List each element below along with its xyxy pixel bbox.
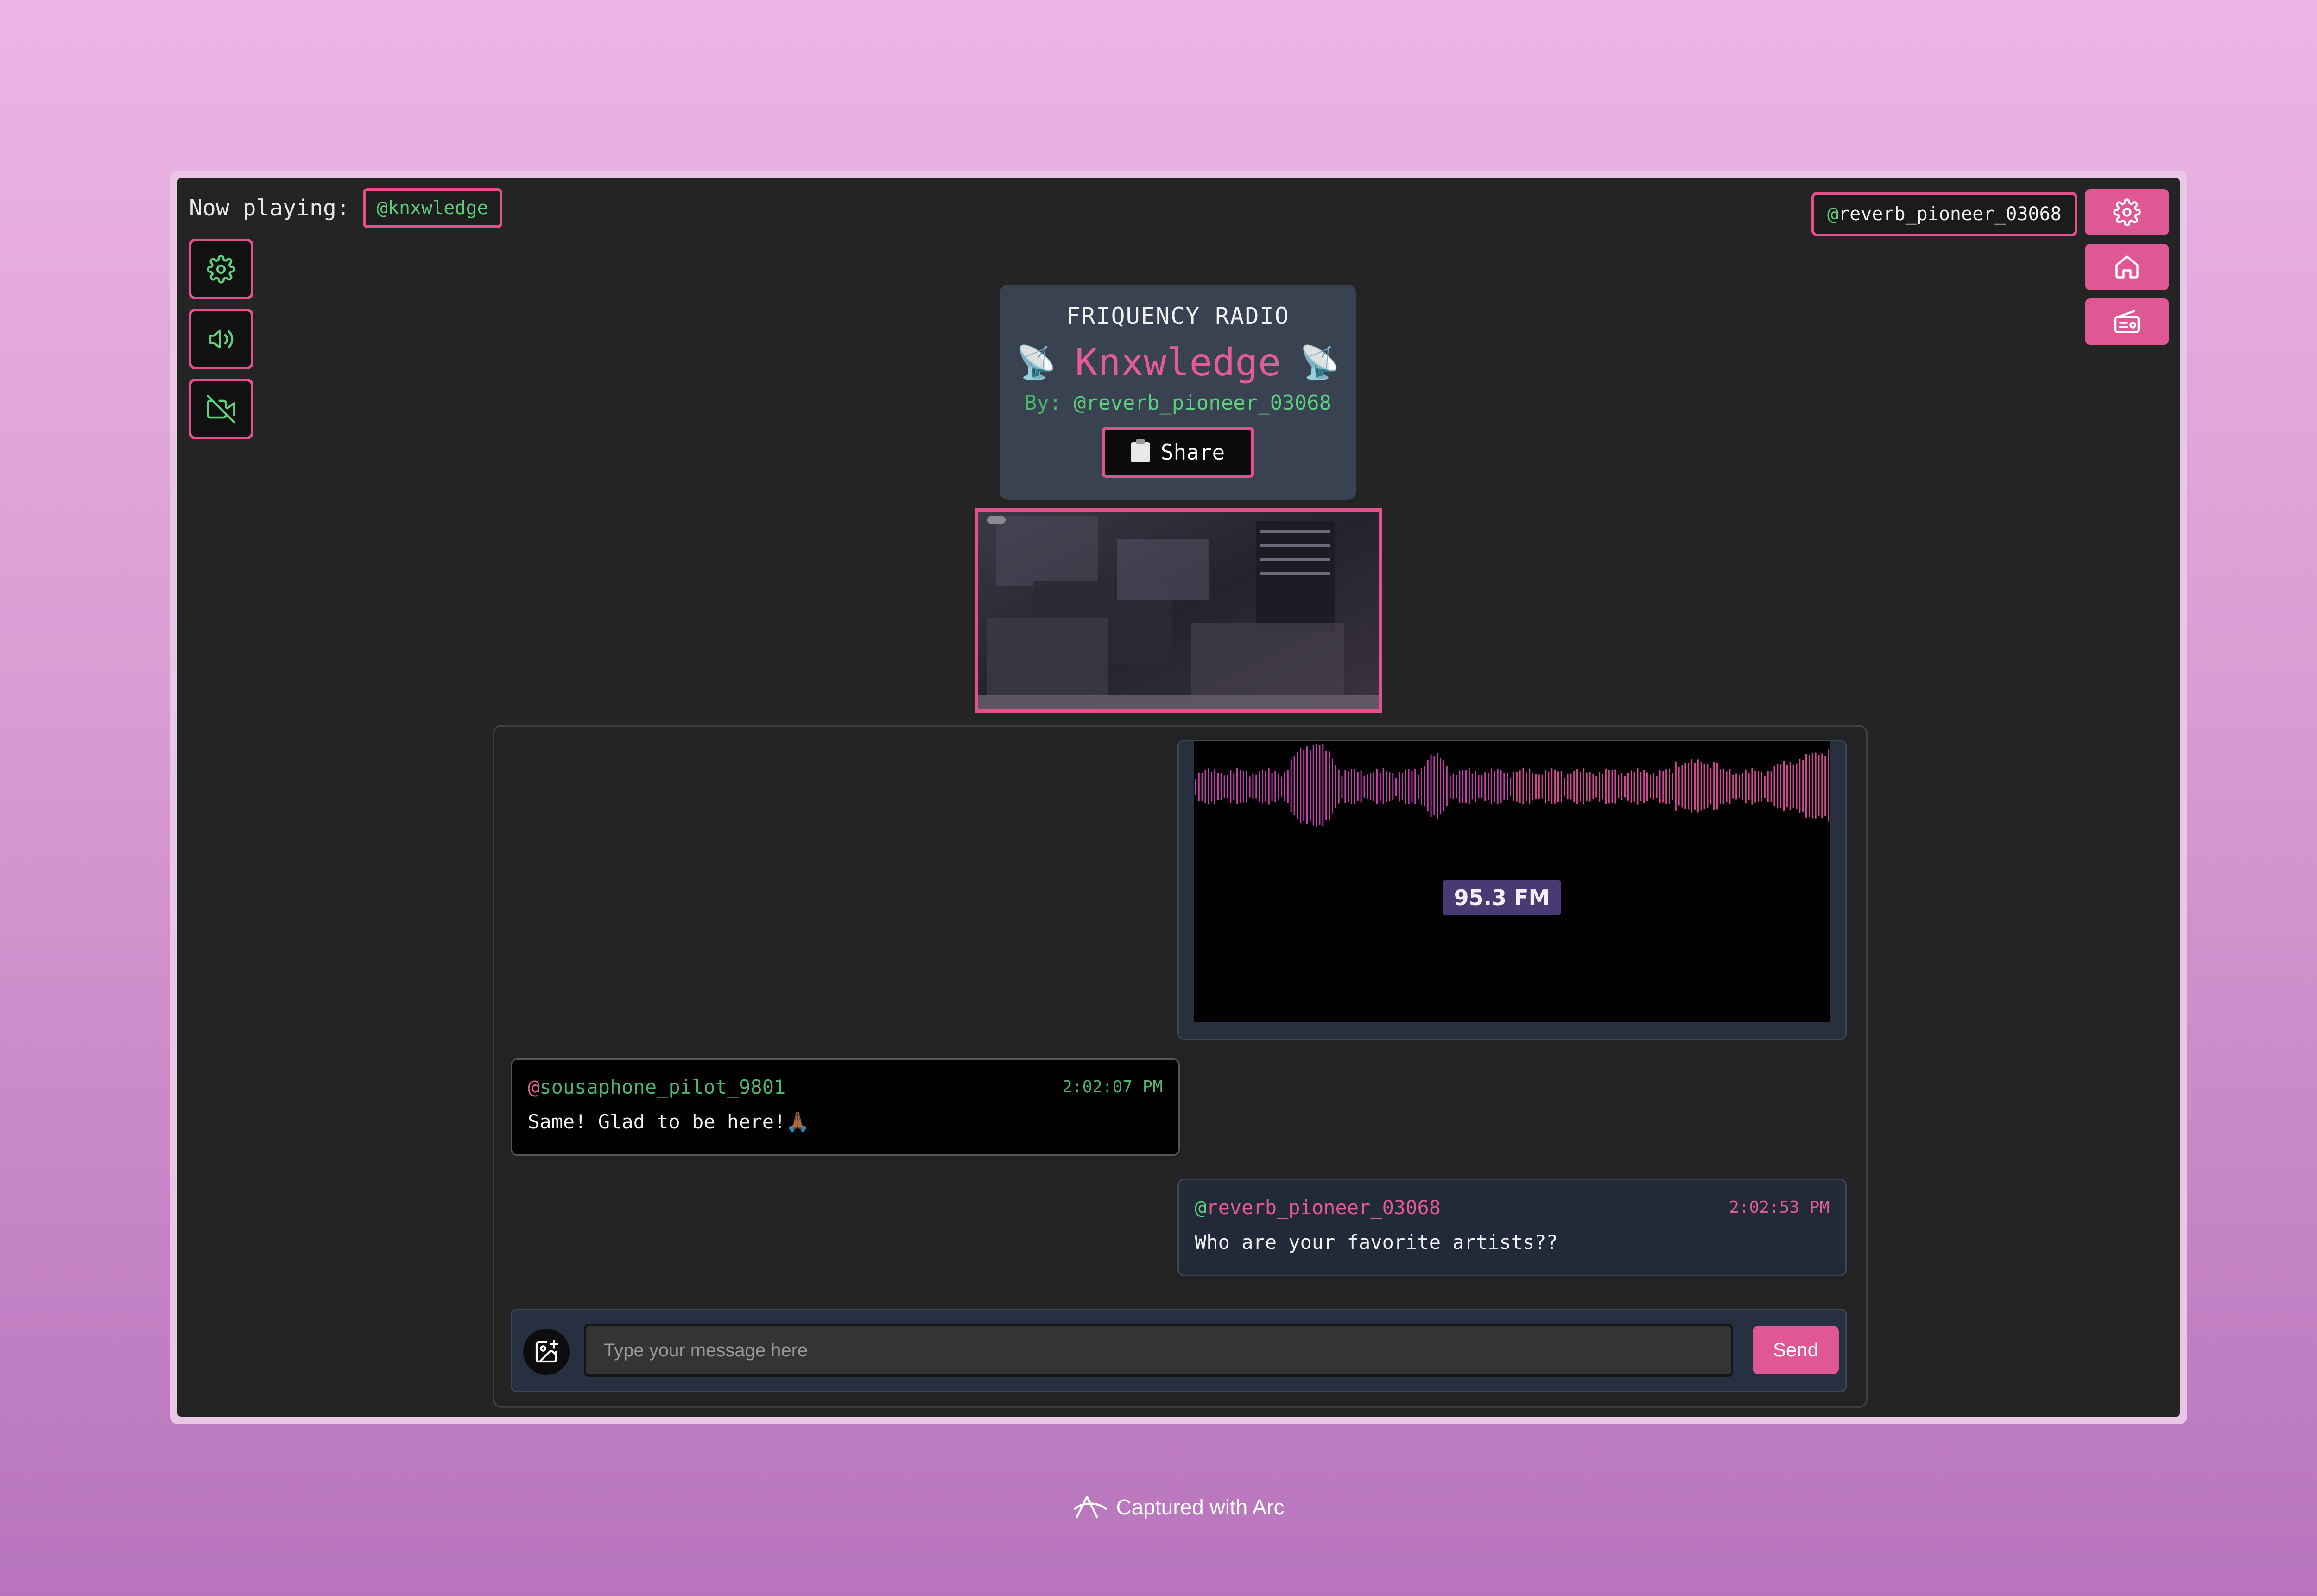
- station-title: 📡 Knxwledge 📡: [1000, 341, 1356, 385]
- attach-image-button[interactable]: [523, 1329, 570, 1375]
- now-playing: Now playing: @knxwledge: [189, 188, 502, 228]
- station-by-label: By:: [1024, 391, 1062, 415]
- share-button[interactable]: Share: [1102, 427, 1254, 478]
- capture-footer-text: Captured with Arc: [1116, 1495, 1285, 1519]
- left-toolbar: [189, 239, 253, 439]
- message-header: @sousaphone_pilot_9801 2:02:07 PM: [528, 1076, 1163, 1098]
- now-playing-label: Now playing:: [189, 195, 350, 221]
- audio-visualizer[interactable]: 95.3 FM: [1194, 741, 1830, 1022]
- capture-footer: Captured with Arc: [0, 1493, 2317, 1521]
- message-header: @reverb_pioneer_03068 2:02:53 PM: [1195, 1196, 1830, 1219]
- author-at-sign: @: [528, 1076, 540, 1098]
- settings-button[interactable]: [189, 239, 253, 299]
- video-off-icon: [207, 394, 235, 424]
- station-owner: By: @reverb_pioneer_03068: [1000, 391, 1356, 415]
- camera-off-button[interactable]: [189, 379, 253, 439]
- message-author[interactable]: @reverb_pioneer_03068: [1195, 1196, 1441, 1219]
- send-button[interactable]: Send: [1753, 1326, 1839, 1374]
- now-playing-handle[interactable]: @knxwledge: [362, 188, 502, 228]
- chat-message: @reverb_pioneer_03068 2:02:53 PM Who are…: [1177, 1179, 1847, 1276]
- frequency-badge: 95.3 FM: [1443, 880, 1561, 915]
- home-button[interactable]: [2085, 244, 2169, 290]
- station-brand: FRIQUENCY RADIO: [1066, 303, 1290, 329]
- author-name: reverb_pioneer_03068: [1206, 1196, 1441, 1219]
- station-card: FRIQUENCY RADIO 📡 Knxwledge 📡 By: @rever…: [1000, 285, 1356, 500]
- media-message: 95.3 FM: [1177, 740, 1847, 1040]
- message-timestamp: 2:02:07 PM: [1062, 1077, 1163, 1096]
- clipboard-icon: [1131, 439, 1150, 462]
- message-input[interactable]: [584, 1324, 1733, 1377]
- station-video[interactable]: [975, 508, 1382, 713]
- browser-frame: Now playing: @knxwledge @ reverb_pioneer…: [170, 171, 2187, 1424]
- satellite-dish-icon: 📡: [1299, 343, 1340, 381]
- right-toolbar: [2085, 189, 2169, 345]
- satellite-dish-icon: 📡: [1016, 343, 1057, 381]
- message-composer: Send: [511, 1309, 1847, 1392]
- current-user-badge[interactable]: @ reverb_pioneer_03068: [1811, 192, 2077, 236]
- share-label: Share: [1160, 440, 1225, 465]
- home-icon: [2115, 255, 2139, 279]
- author-at-sign: @: [1195, 1196, 1207, 1219]
- message-text: Who are your favorite artists??: [1195, 1231, 1558, 1254]
- message-timestamp: 2:02:53 PM: [1729, 1198, 1830, 1217]
- chat-panel: 95.3 FM @sousaphone_pilot_9801 2:02:07 P…: [493, 725, 1868, 1408]
- volume-button[interactable]: [189, 309, 253, 369]
- gear-icon: [2113, 198, 2141, 226]
- chat-message: @sousaphone_pilot_9801 2:02:07 PM Same! …: [511, 1058, 1180, 1156]
- video-frame-image: [978, 512, 1379, 709]
- message-author[interactable]: @sousaphone_pilot_9801: [528, 1076, 785, 1098]
- current-user-name: reverb_pioneer_03068: [1838, 203, 2062, 225]
- author-name: sousaphone_pilot_9801: [539, 1076, 786, 1098]
- station-owner-handle[interactable]: @reverb_pioneer_03068: [1074, 391, 1331, 415]
- radio-icon: [2114, 310, 2140, 333]
- arc-logo-icon: [1074, 1495, 1107, 1519]
- user-at-sign: @: [1827, 203, 1839, 225]
- image-plus-icon: [535, 1340, 558, 1363]
- gear-icon: [207, 254, 235, 284]
- settings-nav-button[interactable]: [2085, 189, 2169, 235]
- radio-button[interactable]: [2085, 298, 2169, 345]
- app-window: Now playing: @knxwledge @ reverb_pioneer…: [177, 178, 2180, 1417]
- station-name: Knxwledge: [1075, 341, 1281, 385]
- message-text: Same! Glad to be here!🙏🏾: [528, 1110, 810, 1133]
- speaker-icon: [209, 329, 234, 348]
